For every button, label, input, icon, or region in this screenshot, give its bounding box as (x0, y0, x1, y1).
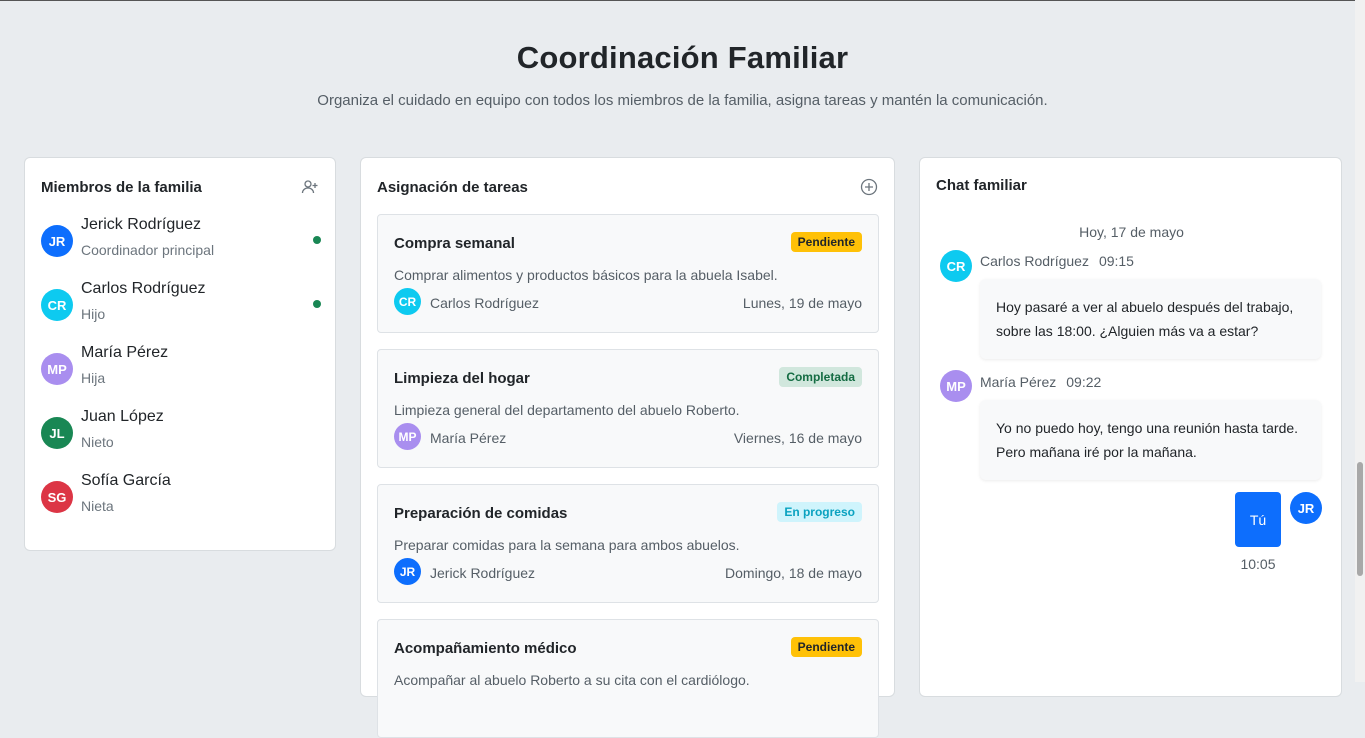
message-header: María Pérez 09:22 (980, 374, 1101, 390)
member-name: Jerick Rodríguez (81, 216, 202, 233)
task-description: Preparar comidas para la semana para amb… (394, 537, 740, 553)
member-role: Hijo (81, 306, 106, 322)
members-title: Miembros de la familia (41, 179, 202, 196)
avatar: CR (394, 288, 421, 315)
user-plus-icon[interactable] (301, 178, 319, 196)
message-header: Carlos Rodríguez 09:15 (980, 253, 1134, 269)
member-name: María Pérez (81, 344, 169, 361)
task-title: Acompañamiento médico (394, 640, 577, 657)
status-badge: Completada (779, 367, 862, 387)
page-subtitle: Organiza el cuidado en equipo con todos … (317, 92, 1048, 109)
task-title: Compra semanal (394, 235, 515, 252)
avatar: CR (41, 289, 73, 321)
members-card: Miembros de la familia JR Jerick Rodrígu… (24, 157, 336, 551)
task-date: Viernes, 16 de mayo (733, 430, 862, 446)
task-card[interactable]: Limpieza del hogar Completada Limpieza g… (377, 349, 879, 468)
page-scrollbar[interactable] (1355, 0, 1365, 682)
member-role: Hija (81, 370, 106, 386)
task-card[interactable]: Compra semanal Pendiente Comprar aliment… (377, 214, 879, 333)
status-badge: Pendiente (790, 637, 862, 657)
tasks-card: Asignación de tareas Compra semanal Pend… (360, 157, 895, 738)
online-status-dot (313, 236, 321, 244)
avatar: CR (940, 250, 972, 282)
task-description: Comprar alimentos y productos básicos pa… (394, 267, 778, 283)
avatar: JR (41, 225, 73, 257)
task-assignee: María Pérez (430, 430, 507, 446)
avatar: MP (41, 353, 73, 385)
task-description: Limpieza general del departamento del ab… (394, 402, 740, 418)
own-message-bubble: Tú (1235, 492, 1281, 547)
member-item[interactable]: SG Sofía García Nieta (41, 472, 321, 522)
member-name: Juan López (81, 408, 164, 425)
online-status-dot (313, 300, 321, 308)
member-item[interactable]: JL Juan López Nieto (41, 408, 321, 458)
member-role: Nieta (81, 498, 114, 514)
tasks-title: Asignación de tareas (377, 179, 528, 196)
message-author: Carlos Rodríguez (980, 253, 1089, 269)
avatar: MP (394, 423, 421, 450)
task-date: Lunes, 19 de mayo (742, 295, 862, 311)
task-assignee: Jerick Rodríguez (430, 565, 536, 581)
message-bubble: Hoy pasaré a ver al abuelo después del t… (980, 279, 1321, 359)
task-card[interactable]: Preparación de comidas En progreso Prepa… (377, 484, 879, 603)
chat-date-divider: Hoy, 17 de mayo (1079, 224, 1184, 240)
status-badge: Pendiente (790, 232, 862, 252)
task-assignee: Carlos Rodríguez (430, 295, 539, 311)
avatar: MP (940, 370, 972, 402)
member-name: Sofía García (81, 472, 171, 489)
page-header: Coordinación Familiar Organiza el cuidad… (0, 40, 1365, 109)
message-time: 09:15 (1098, 253, 1134, 269)
member-item[interactable]: JR Jerick Rodríguez Coordinador principa… (41, 216, 321, 266)
message-time: 10:05 (1240, 556, 1276, 572)
task-title: Limpieza del hogar (394, 370, 530, 387)
avatar: JL (41, 417, 73, 449)
member-role: Coordinador principal (81, 242, 215, 258)
page-title: Coordinación Familiar (516, 40, 849, 75)
scrollbar-thumb[interactable] (1357, 462, 1363, 576)
message-time: 09:22 (1066, 374, 1102, 390)
avatar: JR (394, 558, 421, 585)
task-date: Domingo, 18 de mayo (725, 565, 862, 581)
task-title: Preparación de comidas (394, 505, 568, 522)
message-bubble: Yo no puedo hoy, tengo una reunión hasta… (980, 400, 1321, 480)
task-description: Acompañar al abuelo Roberto a su cita co… (394, 672, 750, 688)
status-badge: En progreso (777, 502, 862, 522)
avatar: SG (41, 481, 73, 513)
chat-title: Chat familiar (936, 177, 1027, 194)
chat-card: Chat familiar Hoy, 17 de mayo CR Carlos … (919, 157, 1342, 697)
avatar: JR (1290, 492, 1322, 524)
member-role: Nieto (81, 434, 114, 450)
member-item[interactable]: CR Carlos Rodríguez Hijo (41, 280, 321, 330)
window-top-border (0, 0, 1365, 1)
message-author: María Pérez (980, 374, 1057, 390)
task-card[interactable]: Acompañamiento médico Pendiente Acompaña… (377, 619, 879, 738)
plus-circle-icon[interactable] (860, 178, 878, 196)
member-name: Carlos Rodríguez (81, 280, 206, 297)
member-item[interactable]: MP María Pérez Hija (41, 344, 321, 394)
